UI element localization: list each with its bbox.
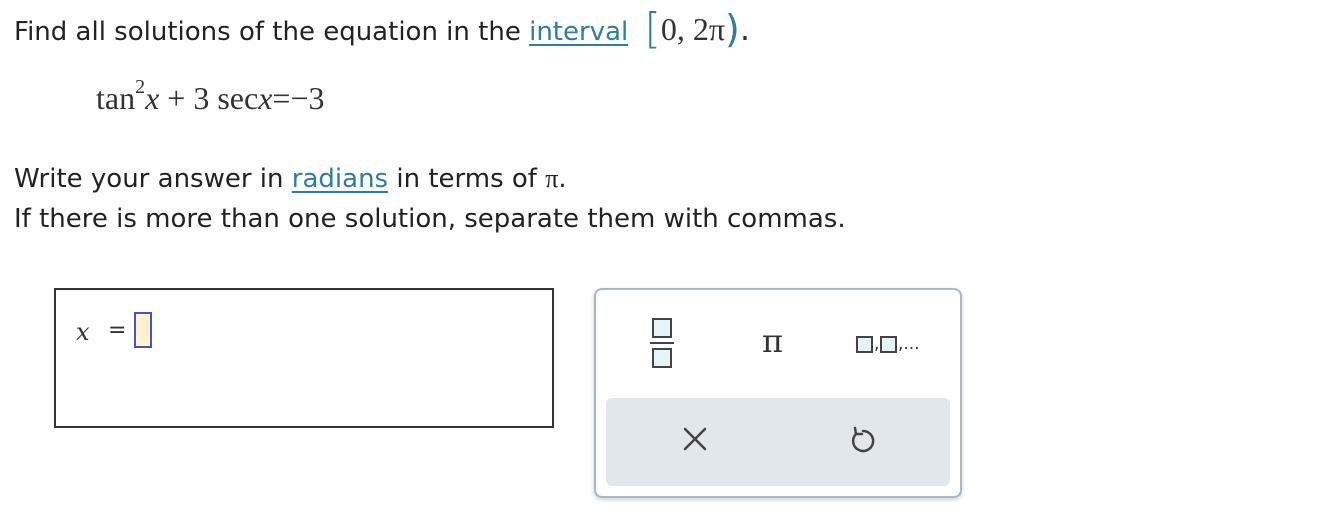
instruction-text: in terms of (396, 164, 537, 194)
interval-period: . (739, 10, 751, 48)
plus-sign: + (167, 80, 186, 116)
clear-button[interactable] (680, 424, 710, 454)
interval-close-paren: ) (725, 7, 740, 51)
prompt-text: Find all solutions of the equation in th… (14, 17, 521, 47)
instruction-radians: Write your answer in radians in terms of… (14, 164, 567, 194)
undo-icon (851, 426, 875, 453)
list-ellipsis: ,... (898, 334, 920, 354)
fraction-bar-icon (650, 342, 674, 344)
numerator-box-icon (652, 318, 672, 338)
variable-x: x (258, 80, 273, 116)
sec-function: sec (217, 80, 259, 116)
question-prompt: Find all solutions of the equation in th… (14, 4, 750, 53)
interval-notation: [0, 2π). (644, 4, 750, 53)
math-palette: π , ,... (594, 288, 962, 498)
pi-symbol: π (545, 164, 559, 193)
answer-input-slot[interactable] (134, 312, 152, 348)
list-comma: , (874, 334, 880, 354)
separation-note: If there is more than one solution, sepa… (14, 204, 846, 234)
instruction-period: . (558, 164, 567, 194)
interval-link[interactable]: interval (529, 17, 628, 47)
answer-variable: x (76, 318, 90, 346)
tan-function: tan (96, 80, 136, 116)
variable-x: x (145, 80, 160, 116)
answer-box[interactable]: x = (54, 288, 554, 428)
coefficient: 3 (193, 80, 210, 116)
instruction-text: Write your answer in (14, 164, 284, 194)
rhs-value: −3 (290, 80, 325, 116)
list-box-icon (856, 336, 873, 353)
pi-button[interactable]: π (762, 322, 783, 360)
exponent: 2 (135, 76, 146, 99)
list-box-icon (880, 336, 897, 353)
interval-open-bracket: [ (644, 4, 661, 53)
list-button[interactable]: , ,... (856, 334, 936, 358)
action-bar (606, 398, 950, 486)
interval-content: 0, 2π (660, 11, 726, 47)
equals-sign: = (272, 80, 291, 116)
undo-button[interactable] (846, 424, 880, 458)
fraction-button[interactable] (650, 318, 674, 368)
equation: tan2x + 3 secx=−3 (96, 76, 325, 117)
close-icon (683, 427, 707, 451)
denominator-box-icon (652, 348, 672, 368)
radians-link[interactable]: radians (292, 164, 388, 194)
answer-equals: = (108, 318, 127, 343)
